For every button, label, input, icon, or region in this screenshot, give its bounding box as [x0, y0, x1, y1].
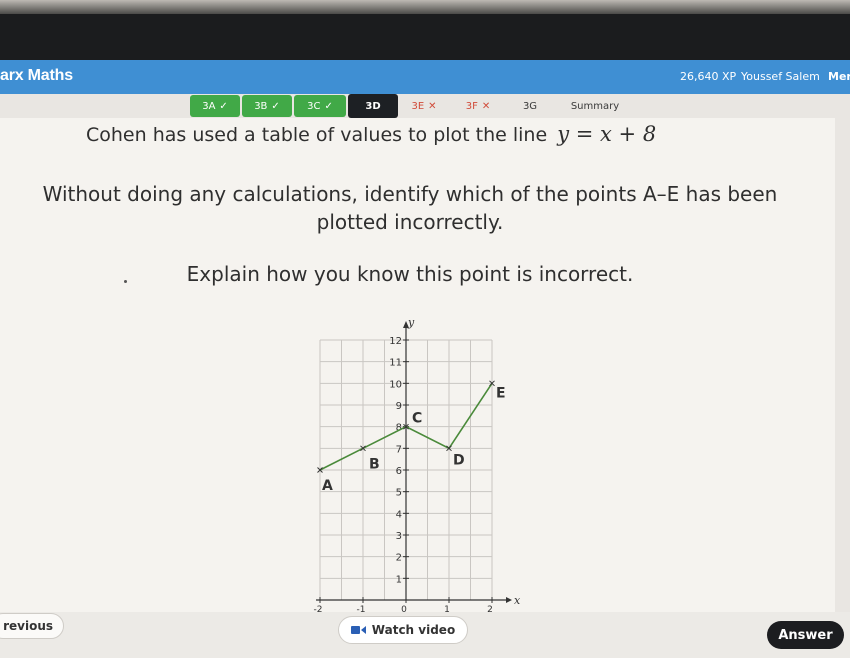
- header-bar: arx Maths 26,640 XP Youssef Salem Mer: [0, 60, 850, 94]
- y-tick-label: 2: [396, 553, 402, 564]
- y-tick-label: 3: [396, 531, 402, 542]
- tab-3d[interactable]: 3D: [348, 94, 398, 118]
- tab-label: 3F: [465, 100, 478, 112]
- y-tick-label: 9: [396, 401, 402, 412]
- watch-video-button[interactable]: Watch video: [338, 616, 468, 644]
- y-tick-label: 5: [396, 488, 402, 499]
- menu-button[interactable]: Mer: [828, 70, 850, 83]
- y-tick-label: 11: [389, 358, 402, 369]
- cross-icon: ✕: [481, 100, 491, 112]
- tab-label: 3G: [522, 100, 538, 112]
- check-icon: ✓: [219, 100, 228, 112]
- point-label: B: [369, 456, 380, 472]
- pointer-dot: [124, 280, 127, 283]
- y-tick-label: 4: [396, 509, 402, 520]
- answer-button[interactable]: Answer: [767, 621, 844, 649]
- x-tick-label: -1: [357, 605, 366, 612]
- tab-label: 3E: [411, 100, 425, 112]
- video-camera-icon: [350, 626, 366, 634]
- brand-logo[interactable]: arx Maths: [0, 67, 73, 85]
- check-icon: ✓: [271, 100, 280, 112]
- x-tick-label: -2: [314, 605, 323, 612]
- tab-label: 3C: [307, 100, 321, 112]
- equation: y = x + 8: [557, 122, 657, 146]
- tab-label: 3D: [365, 100, 381, 112]
- x-axis-arrow: [506, 597, 512, 603]
- tab-label: Summary: [570, 100, 620, 112]
- y-tick-label: 12: [389, 336, 402, 347]
- coordinate-graph: yx123456789101112-2 -1 0 1 2ABCDE: [314, 316, 521, 612]
- answer-label: Answer: [778, 627, 833, 643]
- previous-label: revious: [3, 619, 53, 633]
- tab-3e[interactable]: 3E ✕: [402, 95, 446, 117]
- tab-3c[interactable]: 3C ✓: [294, 95, 346, 117]
- screen-bezel-band: [0, 14, 850, 60]
- task-tabs: 3A ✓ 3B ✓ 3C ✓ 3D 3E ✕ 3F ✕ 3G Summary: [190, 94, 640, 118]
- tab-3b[interactable]: 3B ✓: [242, 95, 292, 117]
- y-tick-label: 7: [396, 444, 402, 455]
- point-label: E: [496, 385, 506, 401]
- y-axis-label: y: [407, 316, 415, 329]
- user-name[interactable]: Youssef Salem: [741, 70, 820, 83]
- screen-bezel-top: [0, 0, 850, 14]
- cross-icon: ✕: [428, 100, 437, 112]
- y-tick-label: 1: [396, 574, 402, 585]
- tab-label: 3B: [254, 100, 268, 112]
- check-icon: ✓: [324, 100, 333, 112]
- watch-video-label: Watch video: [371, 623, 456, 637]
- question-intro-text: Cohen has used a table of values to plot…: [86, 124, 548, 146]
- tab-label: 3A: [202, 100, 216, 112]
- question-explain: Explain how you know this point is incor…: [186, 262, 634, 286]
- x-axis-label: x: [514, 594, 521, 607]
- point-label: C: [412, 411, 422, 427]
- tab-3a[interactable]: 3A ✓: [190, 95, 240, 117]
- point-label: A: [322, 478, 333, 494]
- x-tick-label: 1: [444, 605, 450, 612]
- tab-3f[interactable]: 3F ✕: [456, 95, 500, 117]
- xp-counter: 26,640 XP: [680, 70, 737, 83]
- tab-summary[interactable]: Summary: [560, 95, 630, 117]
- previous-button[interactable]: revious: [0, 613, 64, 639]
- question-instruction: Without doing any calculations, identify…: [42, 182, 778, 234]
- y-tick-label: 10: [389, 379, 402, 390]
- point-label: D: [453, 452, 465, 468]
- tab-3g[interactable]: 3G: [510, 95, 550, 117]
- y-tick-label: 6: [396, 466, 402, 477]
- x-tick-label: 0: [401, 605, 407, 612]
- x-tick-label: 2: [487, 605, 493, 612]
- question-intro: Cohen has used a table of values to plot…: [86, 122, 656, 146]
